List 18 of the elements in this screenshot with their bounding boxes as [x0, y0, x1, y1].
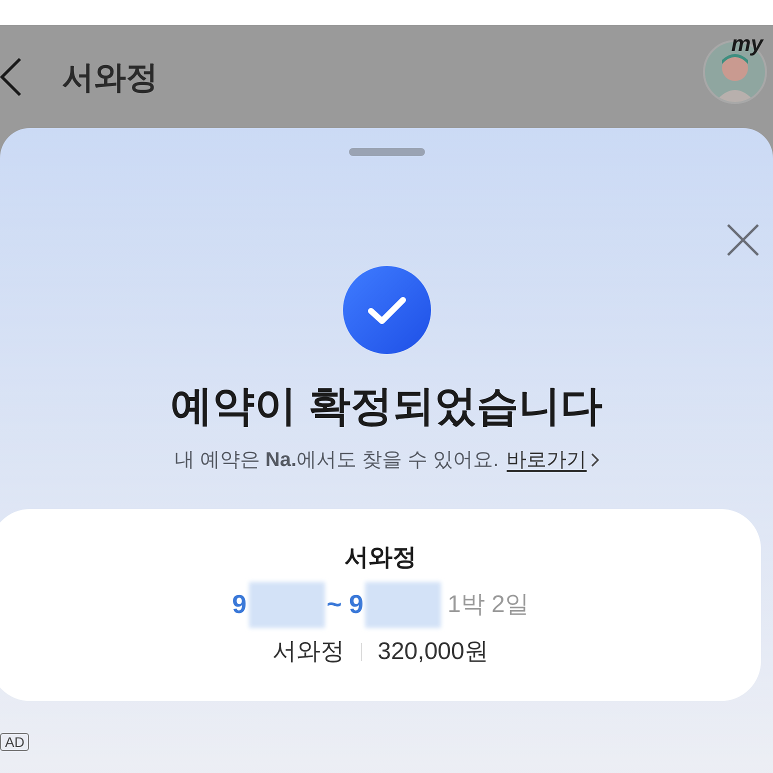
lodging-name: 서와정: [344, 542, 416, 572]
check-in-date: 9: [232, 588, 247, 621]
ad-badge: AD: [0, 732, 30, 750]
shortcut-link[interactable]: 바로가기: [506, 444, 599, 474]
back-icon: [0, 56, 22, 96]
page-title: 서와정: [62, 58, 158, 96]
room-name: 서와정: [272, 636, 345, 666]
drag-handle[interactable]: [348, 148, 424, 156]
stay-length: 1박 2일: [447, 590, 529, 620]
price-text: 320,000원: [378, 636, 488, 666]
confirmation-heading: 예약이 확정되었습니다: [170, 381, 602, 431]
check-out-date: ~ 9: [326, 588, 364, 621]
check-circle-icon: [342, 266, 430, 354]
close-button[interactable]: [725, 222, 761, 258]
info-text: 내 예약은 Na.에서도 찾을 수 있어요.: [174, 448, 499, 472]
chevron-icon: [590, 452, 599, 466]
close-icon: [725, 222, 761, 258]
my-label: my: [731, 33, 763, 55]
